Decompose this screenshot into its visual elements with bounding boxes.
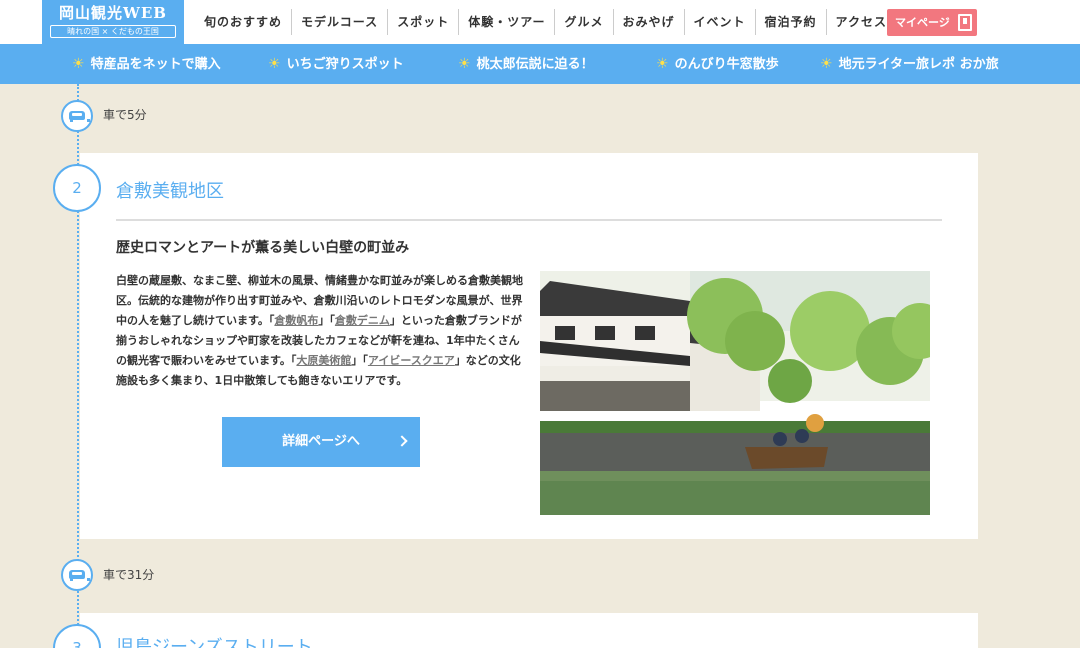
detail-page-button[interactable]: 詳細ページへ (222, 417, 420, 467)
bookmark-icon (958, 14, 972, 31)
spot-title[interactable]: 倉敷美観地区 (116, 177, 224, 203)
nav-item-lodging[interactable]: 宿泊予約 (756, 9, 827, 35)
nav-item-gourmet[interactable]: グルメ (555, 9, 614, 35)
spot-lead: 歴史ロマンとアートが薫る美しい白壁の町並み (116, 240, 410, 256)
spot-card: 倉敷美観地区 歴史ロマンとアートが薫る美しい白壁の町並み 白壁の蔵屋敷、なまこ壁… (80, 153, 978, 539)
car-icon (61, 100, 93, 132)
spot-description: 白壁の蔵屋敷、なまこ壁、柳並木の風景、情緒豊かな町並みが楽しめる倉敷美観地区。伝… (116, 271, 528, 391)
feature-nav: ☀ 特産品をネットで購入 ☀ いちご狩りスポット ☀ 桃太郎伝説に迫る！ ☀ のんびり牛… (0, 44, 1080, 84)
spot-card-next: 児島ジーンズストリート (80, 613, 978, 648)
nav-item-event[interactable]: イベント (685, 9, 756, 35)
global-nav: 旬のおすすめ モデルコース スポット 体験・ツアー グルメ おみやげ イベント … (195, 9, 896, 35)
sun-icon: ☀ (458, 56, 471, 72)
logo-title: 岡山観光WEB (59, 4, 167, 22)
desc-text: 」「 (318, 314, 335, 327)
site-logo[interactable]: 岡山観光WEB 晴れの国 × くだもの王国 (42, 0, 184, 44)
nav-item-seasonal[interactable]: 旬のおすすめ (195, 9, 293, 35)
feature-link-strawberry[interactable]: ☀ いちご狩りスポット (268, 44, 404, 84)
feature-link-online-shop[interactable]: ☀ 特産品をネットで購入 (72, 44, 221, 84)
nav-item-experience[interactable]: 体験・ツアー (459, 9, 556, 35)
feature-label: 地元ライター旅レポ おか旅 (838, 57, 999, 72)
travel-time: 車で31分 (103, 568, 155, 582)
chevron-right-icon (396, 435, 408, 447)
sun-icon: ☀ (820, 56, 833, 72)
next-spot-title[interactable]: 児島ジーンズストリート (116, 633, 313, 648)
link-ohara-museum[interactable]: 大原美術館 (296, 354, 351, 367)
nav-item-spot[interactable]: スポット (388, 9, 460, 35)
site-header: 岡山観光WEB 晴れの国 × くだもの王国 旬のおすすめ モデルコース スポット… (0, 0, 1080, 44)
mypage-button[interactable]: マイページ (887, 9, 977, 36)
sun-icon: ☀ (268, 56, 281, 72)
link-kurashiki-hanpu[interactable]: 倉敷帆布 (274, 314, 318, 327)
feature-label: いちご狩りスポット (286, 57, 404, 72)
feature-link-okatabi[interactable]: ☀ 地元ライター旅レポ おか旅 (820, 44, 999, 84)
feature-label: 特産品をネットで購入 (90, 57, 221, 72)
nav-item-souvenir[interactable]: おみやげ (614, 9, 685, 35)
car-icon (61, 559, 93, 591)
divider (116, 219, 942, 221)
sun-icon: ☀ (72, 56, 85, 72)
mypage-label: マイページ (895, 16, 950, 29)
feature-label: のんびり牛窓散歩 (674, 57, 779, 72)
nav-item-access[interactable]: アクセス (827, 9, 896, 35)
desc-text: 」「 (351, 354, 368, 367)
logo-tagline: 晴れの国 × くだもの王国 (50, 25, 176, 38)
link-kurashiki-denim[interactable]: 倉敷デニム (335, 314, 390, 327)
sun-icon: ☀ (656, 56, 669, 72)
feature-link-ushimado[interactable]: ☀ のんびり牛窓散歩 (656, 44, 779, 84)
link-ivy-square[interactable]: アイビースクエア (368, 354, 455, 367)
detail-button-label: 詳細ページへ (282, 434, 360, 449)
feature-link-momotaro[interactable]: ☀ 桃太郎伝説に迫る！ (458, 44, 594, 84)
nav-item-model-course[interactable]: モデルコース (292, 9, 389, 35)
spot-photo (540, 271, 930, 515)
travel-time: 車で5分 (103, 108, 147, 122)
feature-label: 桃太郎伝説に迫る！ (476, 57, 594, 72)
step-number-badge: 2 (53, 164, 101, 212)
